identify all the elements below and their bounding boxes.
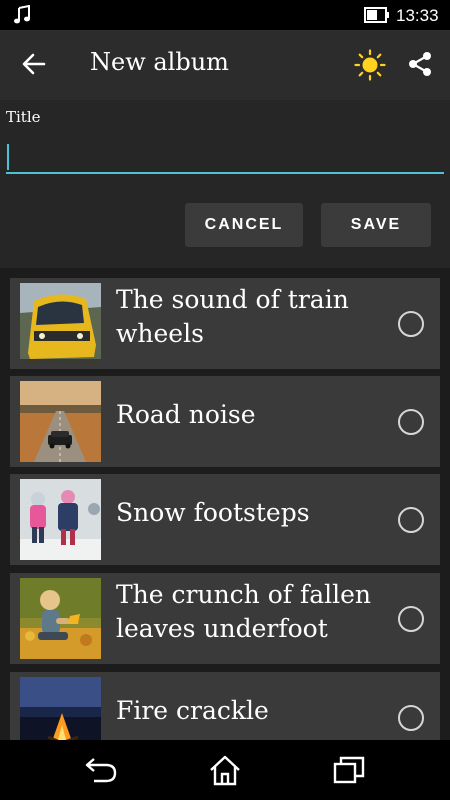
status-bar: 13:33	[0, 0, 450, 30]
list-item[interactable]: Fire crackle	[10, 672, 440, 740]
home-icon[interactable]	[208, 754, 242, 786]
list-item-label: Snow footsteps	[116, 498, 310, 527]
list-item-label: Fire crackle	[116, 696, 269, 725]
share-icon[interactable]	[406, 50, 434, 78]
sound-list: The sound of train wheels Road noise Sno…	[0, 268, 450, 740]
select-radio[interactable]	[398, 705, 424, 731]
system-nav-bar	[0, 740, 450, 800]
music-note-icon	[14, 5, 30, 24]
list-item[interactable]: The crunch of fallen leaves underfoot	[10, 573, 440, 664]
snow-thumbnail	[20, 479, 101, 560]
fire-thumbnail	[20, 677, 101, 740]
app-bar: New album	[0, 30, 450, 100]
leaves-thumbnail	[20, 578, 101, 659]
cancel-button[interactable]: CANCEL	[185, 203, 303, 247]
list-item-label: Road noise	[116, 400, 256, 429]
select-radio[interactable]	[398, 311, 424, 337]
recents-icon[interactable]	[332, 754, 366, 786]
battery-icon	[364, 7, 389, 23]
page-title: New album	[90, 48, 229, 76]
text-cursor	[7, 144, 9, 170]
list-item[interactable]: The sound of train wheels	[10, 278, 440, 369]
back-icon[interactable]	[84, 754, 118, 786]
select-radio[interactable]	[398, 606, 424, 632]
road-thumbnail	[20, 381, 101, 462]
save-button[interactable]: SAVE	[321, 203, 431, 247]
list-item-label: The crunch of fallen leaves underfoot	[116, 580, 372, 643]
select-radio[interactable]	[398, 507, 424, 533]
album-form: Title CANCEL SAVE	[0, 100, 450, 268]
back-arrow-icon[interactable]	[20, 50, 48, 78]
list-item[interactable]: Snow footsteps	[10, 474, 440, 565]
select-radio[interactable]	[398, 409, 424, 435]
title-label: Title	[6, 108, 41, 126]
title-input[interactable]	[6, 138, 444, 174]
list-item[interactable]: Road noise	[10, 376, 440, 467]
status-clock: 13:33	[396, 6, 439, 25]
list-item-label: The sound of train wheels	[116, 285, 349, 348]
train-thumbnail	[20, 283, 101, 364]
sun-icon[interactable]	[354, 49, 386, 81]
